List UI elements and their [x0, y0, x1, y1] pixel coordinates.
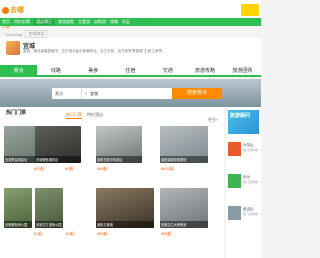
attraction-name: 襄阳唐城影视基地 — [160, 156, 208, 163]
list-item[interactable]: 武当山 热门目的地 — [228, 206, 259, 232]
nav-item-self[interactable]: 自助游 — [94, 19, 106, 25]
breadcrumb-site[interactable]: Travelling — [5, 32, 22, 37]
site-logo[interactable]: 去哪儿 — [2, 3, 30, 29]
tab-transport[interactable]: 交通 — [149, 65, 186, 75]
sidebar-banner[interactable]: 旅游顾问 — [228, 110, 259, 134]
list-item[interactable]: 九华山 热门目的地 — [228, 142, 259, 168]
attraction-card[interactable]: 宜城鲤鱼湖景区 — [35, 126, 81, 163]
attraction-price: ¥0起 — [65, 166, 74, 171]
attraction-card[interactable]: 襄阳古隆中风景区 — [96, 126, 142, 163]
attraction-name: 宜城汉江大桥夜景 — [160, 221, 208, 228]
attraction-price: ¥40起 — [97, 231, 108, 236]
attraction-price: ¥20起 — [34, 166, 45, 171]
section-tab-tickets[interactable]: 热门门票 — [66, 112, 82, 119]
attraction-name: 宜城鲤鱼湖景区 — [35, 156, 81, 163]
attraction-card[interactable]: 宜城鲤鱼桥公园 — [4, 188, 32, 228]
breadcrumb-city[interactable]: 宜城旅游 — [25, 30, 48, 38]
nav-item-home[interactable]: 首页 — [2, 19, 10, 25]
attraction-name: 襄阳古隆中风景区 — [96, 156, 142, 163]
section-tab-hotels[interactable]: 特价酒店 — [87, 112, 103, 119]
attraction-price: ¥86起 — [97, 166, 108, 171]
list-item[interactable]: 长沙 热门目的地 — [228, 174, 259, 200]
search-input[interactable]: 宜城 — [90, 91, 172, 97]
sidebar-list: 九华山 热门目的地 长沙 热门目的地 武当山 热门目的地 — [228, 142, 259, 238]
list-item-sub: 热门目的地 — [243, 212, 259, 216]
list-item-image — [228, 142, 241, 156]
search-icon: ⌕ — [84, 90, 88, 97]
attraction-card[interactable]: 襄阳古城墙 — [96, 188, 154, 228]
more-link[interactable]: 更多» — [208, 117, 218, 123]
attraction-price: ¥104起 — [161, 166, 174, 171]
search-bar: 景点 ⌕ 宜城 搜索景点 — [52, 88, 222, 99]
attraction-name: 宜城汉江湿地公园 — [35, 221, 63, 228]
nav-item-vacation[interactable]: 旅游度假 — [58, 19, 74, 25]
attraction-name: 襄阳古城墙 — [96, 221, 154, 228]
attraction-card[interactable]: 宜城汉江湿地公园 — [35, 188, 63, 228]
tab-food[interactable]: 美食 — [75, 65, 112, 75]
nav-item-hotels[interactable]: 酒店预订 — [34, 19, 54, 25]
city-thumbnail — [6, 41, 20, 55]
nav-item-community[interactable]: 社区 — [122, 19, 130, 25]
attraction-price: ¥96起 — [161, 231, 172, 236]
attraction-card[interactable]: 宜城汉江大桥夜景 — [160, 188, 208, 228]
nav-item-theme[interactable]: 主题游 — [78, 19, 90, 25]
tab-sights[interactable]: 景点 — [0, 65, 38, 75]
nav-item-guide[interactable]: 攻略 — [110, 19, 118, 25]
main-nav: 首页 特价机票 酒店预订 旅游度假 主题游 自助游 攻略 社区 — [0, 18, 261, 26]
category-tabs: 景点 线路 美食 住宿 交通 旅游攻略 旅游团购 — [0, 65, 261, 77]
search-button[interactable]: 搜索景点 — [172, 88, 222, 99]
promo-badge[interactable] — [241, 4, 259, 16]
search-category-select[interactable]: 景点 — [52, 88, 82, 99]
list-item-sub: 热门目的地 — [243, 148, 259, 152]
attraction-name: 宜城鲤鱼桥公园 — [4, 221, 32, 228]
logo-icon — [2, 6, 9, 14]
list-item-image — [228, 206, 241, 220]
tab-group[interactable]: 旅游团购 — [224, 65, 261, 75]
tab-routes[interactable]: 线路 — [37, 65, 74, 75]
attraction-price: ¥1起 — [34, 231, 43, 236]
list-item-image — [228, 174, 241, 188]
attraction-price: ¥0起 — [66, 231, 75, 236]
breadcrumb: Travelling 宜城旅游 — [5, 30, 48, 38]
tab-guide[interactable]: 旅游攻略 — [186, 65, 223, 75]
tab-lodging[interactable]: 住宿 — [112, 65, 149, 75]
section-tabs: 热门门票 特价酒店 — [66, 112, 108, 119]
city-intro: 宜城，湖北省辖县级市，位于湖北省中部偏西北，汉江中游，自古就有'楚皇城''王城'… — [23, 49, 166, 53]
attraction-card[interactable]: 襄阳唐城影视基地 — [160, 126, 208, 163]
section-title: 热门门票 — [6, 110, 27, 116]
list-item-sub: 热门目的地 — [243, 180, 259, 184]
nav-item-flights[interactable]: 特价机票 — [14, 19, 30, 25]
